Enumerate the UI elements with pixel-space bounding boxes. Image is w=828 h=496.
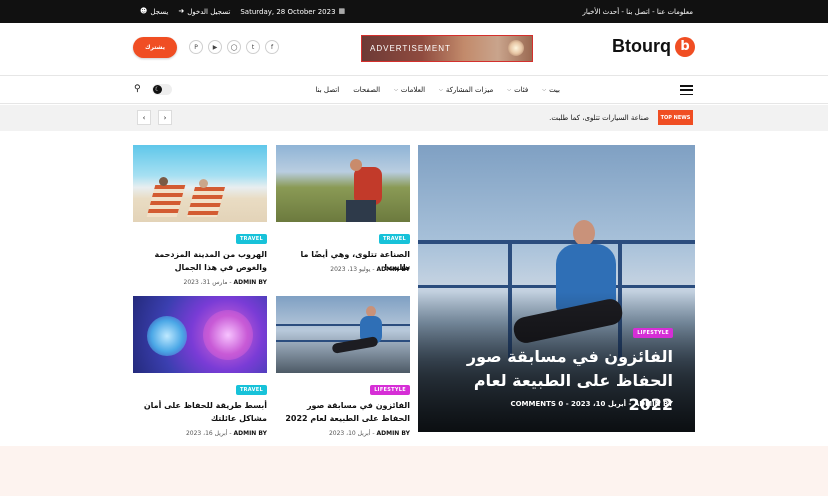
chevron-down-icon: ⌵ bbox=[394, 86, 398, 93]
chevron-down-icon: ⌵ bbox=[507, 86, 512, 93]
post-date: أبريل 10، 2023 bbox=[328, 430, 371, 437]
category-badge[interactable]: LIFESTYLE bbox=[370, 385, 410, 395]
chevron-left-icon: ‹ bbox=[142, 113, 146, 122]
post-card[interactable]: TRAVEL الصناعة تتلوى، وهي أيضًا ما طلبت!… bbox=[276, 145, 410, 275]
social-links: P ▶ ◯ t f bbox=[189, 40, 279, 54]
advertisement-banner[interactable]: ADVERTISEMENT bbox=[361, 35, 533, 62]
nav-item-contact[interactable]: اتصل بنا bbox=[316, 86, 340, 94]
moon-icon: ☾ bbox=[153, 85, 162, 94]
post-title[interactable]: الفائزون في مسابقة صور الحفاظ على الطبيع… bbox=[276, 399, 410, 425]
ticker-next-button[interactable]: › bbox=[158, 110, 172, 125]
youtube-icon[interactable]: ▶ bbox=[208, 40, 222, 54]
logo-mark: b bbox=[675, 36, 695, 57]
comments-count[interactable]: COMMENTS 0 bbox=[510, 400, 563, 408]
menu-icon[interactable] bbox=[680, 85, 693, 95]
user-icon: ☻ bbox=[140, 7, 148, 15]
chevron-down-icon: ⌵ bbox=[439, 86, 443, 93]
post-image[interactable] bbox=[133, 145, 267, 222]
post-date: يوليو 13، 2023 bbox=[330, 266, 371, 273]
nav-item-tags[interactable]: العلامات ⌵ bbox=[394, 86, 425, 94]
instagram-icon[interactable]: ◯ bbox=[227, 40, 241, 54]
post-image[interactable] bbox=[276, 296, 410, 373]
twitter-icon[interactable]: t bbox=[246, 40, 260, 54]
date-display: Saturday, 28 October 2023 ▦ bbox=[240, 7, 346, 16]
chevron-down-icon: ⌵ bbox=[542, 86, 547, 93]
category-badge[interactable]: TRAVEL bbox=[235, 385, 267, 395]
main-nav: ⚲ ☾ بيت ⌵ فئات ⌵ ميزات المشاركة ⌵ العلامات ⌵… bbox=[0, 75, 828, 104]
top-news-tag: TOP NEWS bbox=[658, 110, 693, 125]
calendar-icon: ▦ bbox=[338, 7, 346, 15]
post-image[interactable] bbox=[276, 145, 410, 222]
subscribe-button[interactable]: يشترك bbox=[133, 37, 177, 58]
post-meta: ADMIN BY - أبريل 16، 2023 bbox=[185, 430, 267, 437]
login-link[interactable]: ➜ تسجيل الدخول bbox=[178, 8, 230, 16]
top-bar-links[interactable]: معلومات عنا - اتصل بنا - أحدث الأخبار bbox=[583, 0, 693, 23]
news-ticker: ‹ › TOP NEWS صناعة السيارات تتلوى، كما ط… bbox=[0, 105, 828, 131]
login-icon: ➜ bbox=[178, 7, 185, 15]
post-date: أبريل 10، 2023 bbox=[571, 400, 627, 408]
ad-lamp-image bbox=[508, 40, 524, 56]
top-bar: ☻ يسجل ➜ تسجيل الدخول Saturday, 28 October… bbox=[0, 0, 828, 23]
post-meta: ADMIN BY - أبريل 10، 2023 bbox=[328, 430, 410, 437]
post-card[interactable]: TRAVEL أبسط طريقة للحفاظ على أمان مشاكل … bbox=[133, 296, 267, 441]
nav-item-home[interactable]: بيت ⌵ bbox=[542, 86, 560, 94]
ticker-headline[interactable]: صناعة السيارات تتلوى، كما طلبت. bbox=[549, 114, 649, 122]
search-icon[interactable]: ⚲ bbox=[134, 84, 141, 94]
post-card[interactable]: TRAVEL الهروب من المدينة المزدحمة والغوص… bbox=[133, 145, 267, 290]
post-image[interactable] bbox=[133, 296, 267, 373]
author[interactable]: ADMIN BY bbox=[376, 266, 410, 273]
logo-text: Btourq bbox=[612, 36, 671, 56]
dark-mode-toggle[interactable]: ☾ bbox=[152, 84, 172, 95]
post-meta: ADMIN BY - مارس 31، 2023 bbox=[183, 279, 267, 286]
footer-band bbox=[0, 446, 828, 496]
author[interactable]: ADMIN BY bbox=[376, 430, 410, 437]
nav-item-pages[interactable]: الصفحات bbox=[353, 86, 380, 94]
post-date: أبريل 16، 2023 bbox=[185, 430, 228, 437]
category-badge[interactable]: TRAVEL bbox=[235, 234, 267, 244]
nav-item-categories[interactable]: فئات ⌵ bbox=[507, 86, 528, 94]
featured-post-meta: ADMIN BY - أبريل 10، 2023 - COMMENTS 0 bbox=[510, 400, 673, 408]
ticker-prev-button[interactable]: ‹ bbox=[137, 110, 151, 125]
post-title[interactable]: الهروب من المدينة المزدحمة والغوص في هذا… bbox=[133, 248, 267, 274]
category-badge[interactable]: TRAVEL bbox=[378, 234, 410, 244]
register-link[interactable]: ☻ يسجل bbox=[140, 8, 168, 16]
author[interactable]: ADMIN BY bbox=[233, 430, 267, 437]
chevron-right-icon: › bbox=[163, 113, 167, 122]
post-meta: ADMIN BY - يوليو 13، 2023 bbox=[330, 266, 410, 273]
post-title[interactable]: أبسط طريقة للحفاظ على أمان مشاكل عائلتك bbox=[133, 399, 267, 425]
author[interactable]: ADMIN BY bbox=[634, 400, 673, 408]
top-bar-left: ☻ يسجل ➜ تسجيل الدخول Saturday, 28 October… bbox=[140, 0, 345, 23]
featured-post[interactable]: LIFESTYLE الفائزون في مسابقة صور الحفاظ … bbox=[418, 145, 695, 432]
post-card[interactable]: LIFESTYLE الفائزون في مسابقة صور الحفاظ … bbox=[276, 296, 410, 441]
facebook-icon[interactable]: f bbox=[265, 40, 279, 54]
ad-label: ADVERTISEMENT bbox=[370, 44, 451, 53]
nav-menu: بيت ⌵ فئات ⌵ ميزات المشاركة ⌵ العلامات ⌵ الص… bbox=[300, 76, 561, 103]
top-links-text[interactable]: معلومات عنا - اتصل بنا - أحدث الأخبار bbox=[583, 8, 693, 16]
author[interactable]: ADMIN BY bbox=[233, 279, 267, 286]
nav-item-post-features[interactable]: ميزات المشاركة ⌵ bbox=[439, 86, 493, 94]
pinterest-icon[interactable]: P bbox=[189, 40, 203, 54]
post-date: مارس 31، 2023 bbox=[183, 279, 228, 286]
site-logo[interactable]: Btourq b bbox=[612, 36, 695, 57]
category-badge[interactable]: LIFESTYLE bbox=[633, 328, 673, 338]
